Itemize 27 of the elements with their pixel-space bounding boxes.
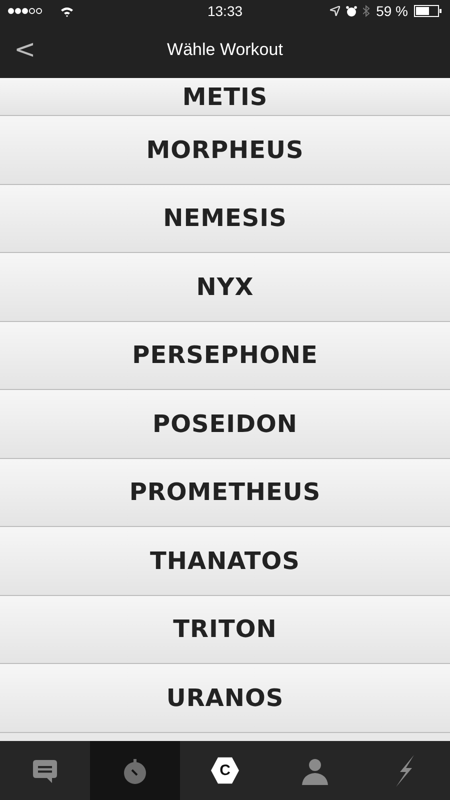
battery-icon <box>414 5 442 17</box>
alarm-icon <box>346 6 358 16</box>
workout-item[interactable]: NEMESIS <box>0 184 450 253</box>
back-button[interactable]: < <box>6 35 44 65</box>
bluetooth-icon <box>363 5 370 17</box>
tab-button[interactable]: C <box>180 741 270 800</box>
person-icon <box>301 756 329 784</box>
tab-button[interactable] <box>90 741 180 800</box>
workout-item[interactable]: THANATOS <box>0 527 450 596</box>
lightning-icon <box>394 754 416 786</box>
workout-item[interactable]: METIS <box>0 78 450 116</box>
screen-title: Wähle Workout <box>167 40 283 60</box>
workout-item[interactable]: POSEIDON <box>0 390 450 458</box>
workout-item[interactable]: MORPHEUS <box>0 116 450 184</box>
location-icon <box>330 6 340 16</box>
chat-icon <box>32 758 58 784</box>
workout-item[interactable]: TRITON <box>0 596 450 664</box>
battery-level: 59 % <box>376 3 408 19</box>
signal-icon <box>8 8 42 14</box>
hexagon-badge: C <box>211 756 239 784</box>
workout-item[interactable]: URANOS <box>0 664 450 732</box>
workout-item[interactable]: PERSEPHONE <box>0 322 450 390</box>
stopwatch-icon <box>123 756 147 784</box>
status-time: 13:33 <box>207 3 243 19</box>
wifi-icon <box>60 6 74 16</box>
workout-item[interactable]: PROMETHEUS <box>0 458 450 527</box>
workout-item[interactable]: NYX <box>0 253 450 322</box>
